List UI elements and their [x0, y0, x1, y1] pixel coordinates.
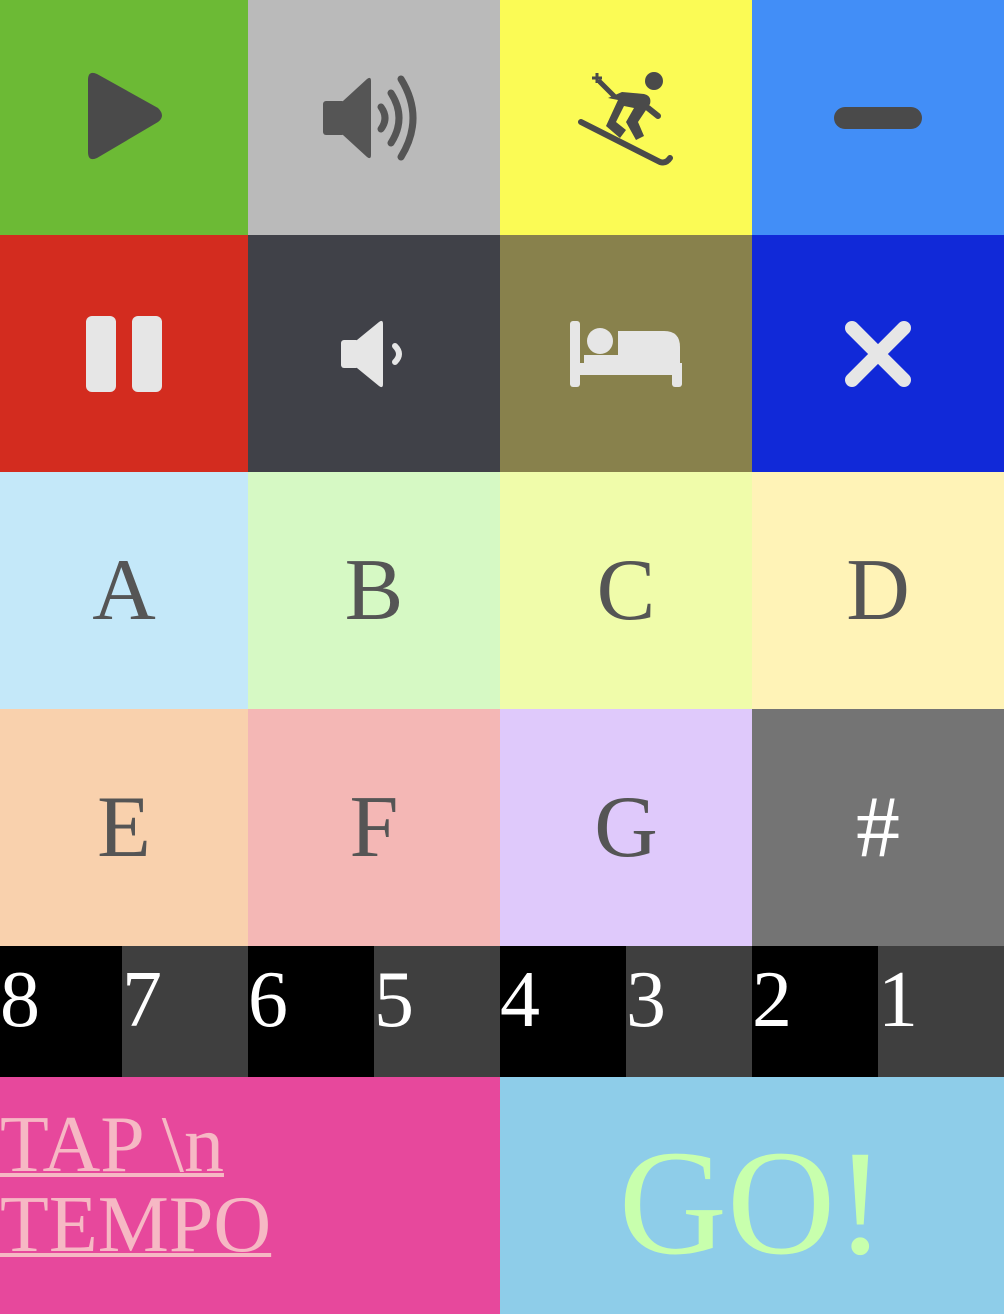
play-button[interactable] — [0, 0, 248, 235]
bed-icon — [570, 320, 682, 387]
note-label: G — [594, 778, 658, 876]
beat-7-button[interactable]: 7 — [122, 946, 248, 1077]
go-button[interactable]: GO! — [500, 1077, 1004, 1314]
beat-label: 5 — [374, 956, 414, 1044]
control-row-2 — [0, 235, 1004, 472]
beat-selector: 8 7 6 5 4 3 2 1 — [0, 946, 1004, 1077]
tap-tempo-button[interactable]: TAP \n TEMPO — [0, 1077, 500, 1314]
minus-icon — [834, 106, 922, 129]
note-label: C — [596, 541, 656, 639]
note-label: E — [97, 778, 151, 876]
notes-row-1: A B C D — [0, 472, 1004, 709]
note-label: B — [344, 541, 404, 639]
beat-label: 1 — [878, 956, 918, 1044]
skiing-icon — [578, 71, 673, 165]
note-g-button[interactable]: G — [500, 709, 752, 946]
beat-1-button[interactable]: 1 — [878, 946, 1004, 1077]
pause-button[interactable] — [0, 235, 248, 472]
ski-button[interactable] — [500, 0, 752, 235]
volume-down-icon — [341, 320, 402, 387]
sharp-button[interactable]: # — [752, 709, 1004, 946]
note-b-button[interactable]: B — [248, 472, 500, 709]
close-button[interactable] — [752, 235, 1004, 472]
pause-icon — [86, 315, 162, 392]
beat-6-button[interactable]: 6 — [248, 946, 374, 1077]
note-e-button[interactable]: E — [0, 709, 248, 946]
beat-2-button[interactable]: 2 — [752, 946, 878, 1077]
play-icon — [88, 72, 162, 159]
sleep-button[interactable] — [500, 235, 752, 472]
beat-3-button[interactable]: 3 — [626, 946, 752, 1077]
beat-5-button[interactable]: 5 — [374, 946, 500, 1077]
beat-label: 2 — [752, 956, 792, 1044]
beat-4-button[interactable]: 4 — [500, 946, 626, 1077]
minimize-button[interactable] — [752, 0, 1004, 235]
music-controller: A B C D E F G # 8 7 6 5 4 3 2 1 TAP \n T… — [0, 0, 1004, 1314]
note-d-button[interactable]: D — [752, 472, 1004, 709]
note-label: F — [349, 778, 399, 876]
note-label: D — [846, 541, 910, 639]
beat-label: 6 — [248, 956, 288, 1044]
beat-8-button[interactable]: 8 — [0, 946, 122, 1077]
close-icon — [845, 320, 911, 387]
beat-label: 3 — [626, 956, 666, 1044]
beat-label: 8 — [0, 956, 40, 1044]
note-label: A — [92, 541, 156, 639]
volume-down-button[interactable] — [248, 235, 500, 472]
note-a-button[interactable]: A — [0, 472, 248, 709]
note-f-button[interactable]: F — [248, 709, 500, 946]
beat-label: 4 — [500, 956, 540, 1044]
tap-tempo-label: TAP \n TEMPO — [0, 1101, 272, 1269]
notes-row-2: E F G # — [0, 709, 1004, 946]
control-row-1 — [0, 0, 1004, 235]
sharp-label: # — [856, 778, 900, 876]
volume-up-button[interactable] — [248, 0, 500, 235]
action-row: TAP \n TEMPO GO! — [0, 1077, 1004, 1314]
beat-label: 7 — [122, 956, 162, 1044]
note-c-button[interactable]: C — [500, 472, 752, 709]
go-label: GO! — [618, 1119, 886, 1286]
volume-up-icon — [323, 75, 417, 160]
